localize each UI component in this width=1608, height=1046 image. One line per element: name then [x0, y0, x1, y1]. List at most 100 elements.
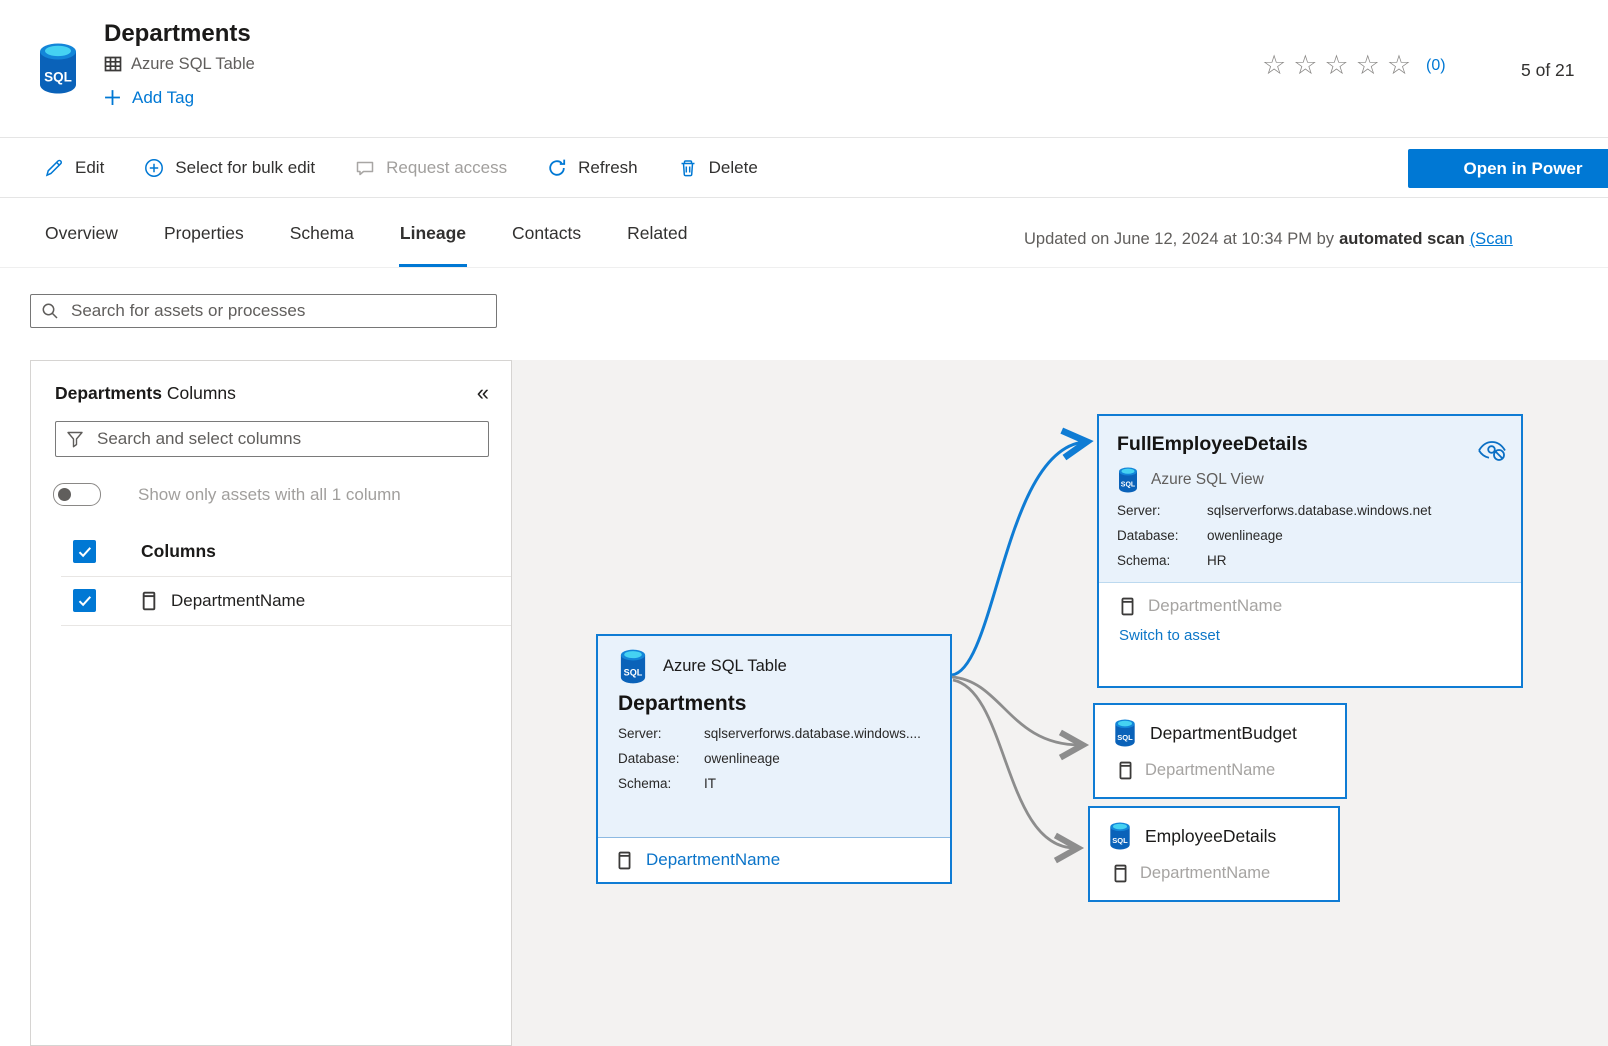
node-title: DepartmentBudget — [1150, 723, 1297, 744]
circle-plus-icon — [144, 158, 164, 178]
azure-sql-database-icon: SQL — [1108, 822, 1132, 850]
columns-group-row: Columns — [61, 528, 511, 577]
delete-label: Delete — [709, 158, 758, 178]
plus-icon — [104, 89, 121, 106]
svg-text:SQL: SQL — [1121, 482, 1136, 489]
tab-properties[interactable]: Properties — [163, 199, 245, 267]
delete-button[interactable]: Delete — [678, 158, 758, 178]
show-only-assets-toggle[interactable] — [53, 483, 101, 506]
column-icon — [1119, 761, 1132, 780]
departmentname-checkbox[interactable] — [73, 589, 96, 612]
tab-contacts[interactable]: Contacts — [511, 199, 582, 267]
schema-label: Schema: — [1117, 553, 1207, 568]
search-icon — [41, 302, 59, 320]
bulk-edit-label: Select for bulk edit — [175, 158, 315, 178]
database-value: owenlineage — [704, 751, 780, 766]
database-label: Database: — [618, 751, 704, 766]
scan-link[interactable]: (Scan — [1470, 230, 1513, 248]
search-row — [0, 268, 1608, 360]
node-title: EmployeeDetails — [1145, 826, 1276, 847]
column-name: DepartmentName — [1145, 761, 1275, 780]
columns-group-label: Columns — [141, 541, 216, 562]
columns-panel-title: Departments Columns — [55, 383, 236, 404]
lineage-node-departmentbudget[interactable]: SQL DepartmentBudget DepartmentName — [1093, 703, 1347, 799]
asset-heading: Departments Azure SQL Table Add Tag — [104, 20, 255, 108]
lineage-node-fullemployeedetails[interactable]: FullEmployeeDetails SQL Azure SQL View S… — [1097, 414, 1523, 688]
edge-to-employeedetails[interactable] — [953, 680, 1075, 848]
columns-group-checkbox[interactable] — [73, 540, 96, 563]
column-name: DepartmentName — [1148, 596, 1282, 616]
fullemployeedetails-node-header: FullEmployeeDetails SQL Azure SQL View S… — [1099, 416, 1521, 583]
lineage-canvas[interactable]: SQL Azure SQL Table Departments Server:s… — [512, 360, 1608, 1046]
azure-sql-database-icon: SQL — [1117, 467, 1139, 493]
column-row-departmentname: DepartmentName — [61, 577, 511, 626]
updated-author: automated scan — [1339, 230, 1465, 248]
edge-to-fullemployeedetails[interactable] — [952, 442, 1084, 675]
column-filter-box[interactable] — [55, 421, 489, 457]
request-access-button: Request access — [355, 158, 507, 178]
refresh-icon — [547, 158, 567, 178]
asset-type-label: Azure SQL Table — [131, 55, 255, 74]
column-icon — [1114, 864, 1127, 883]
server-value: sqlserverforws.database.windows.... — [704, 726, 921, 741]
edit-button[interactable]: Edit — [44, 158, 104, 178]
svg-text:SQL: SQL — [624, 667, 643, 677]
column-icon — [142, 591, 156, 611]
star-rating[interactable]: ☆☆☆☆☆ (0) — [1262, 52, 1446, 79]
column-row-departmentname-selected[interactable]: DepartmentName — [598, 837, 950, 882]
command-bar: Edit Select for bulk edit Request access… — [0, 138, 1608, 198]
schema-value: HR — [1207, 553, 1227, 568]
asset-header: SQL Departments Azure SQL Table Add Tag … — [0, 0, 1608, 138]
pencil-icon — [44, 158, 64, 178]
node-title: Departments — [618, 692, 930, 716]
svg-text:SQL: SQL — [44, 70, 72, 85]
open-in-power-bi-button[interactable]: Open in Power — [1408, 149, 1608, 188]
rating-count: (0) — [1426, 57, 1446, 75]
columns-panel: Departments Columns « Show only assets w… — [30, 360, 512, 1046]
panel-title-suffix: Columns — [167, 383, 236, 403]
column-filter-input[interactable] — [95, 428, 478, 450]
tab-lineage[interactable]: Lineage — [399, 199, 467, 267]
refresh-button[interactable]: Refresh — [547, 158, 638, 178]
node-title: FullEmployeeDetails — [1117, 433, 1503, 456]
star-icons[interactable]: ☆☆☆☆☆ — [1262, 52, 1418, 79]
column-row-departmentname[interactable]: DepartmentName — [1090, 850, 1338, 883]
node-type-label: Azure SQL View — [1151, 471, 1264, 489]
database-value: owenlineage — [1207, 528, 1283, 543]
edge-to-departmentbudget[interactable] — [952, 677, 1080, 745]
database-label: Database: — [1117, 528, 1207, 543]
azure-sql-database-icon: SQL — [36, 42, 80, 95]
column-row-departmentname[interactable]: DepartmentName — [1095, 747, 1345, 780]
table-grid-icon — [104, 56, 122, 72]
toggle-knob — [58, 488, 71, 501]
add-tag-button[interactable]: Add Tag — [104, 88, 255, 108]
schema-label: Schema: — [618, 776, 704, 791]
request-access-label: Request access — [386, 158, 507, 178]
server-value: sqlserverforws.database.windows.net — [1207, 503, 1431, 518]
column-row-departmentname[interactable]: DepartmentName — [1099, 583, 1521, 618]
filter-funnel-icon — [66, 430, 84, 448]
lineage-node-departments[interactable]: SQL Azure SQL Table Departments Server:s… — [596, 634, 952, 884]
node-type-label: Azure SQL Table — [663, 657, 787, 676]
tab-overview[interactable]: Overview — [44, 199, 119, 267]
add-tag-label: Add Tag — [132, 88, 194, 108]
collapse-panel-icon[interactable]: « — [477, 382, 489, 404]
asset-search-box[interactable] — [30, 294, 497, 328]
eye-prohibited-icon — [1477, 438, 1507, 462]
svg-text:SQL: SQL — [1117, 733, 1133, 742]
select-for-bulk-edit-button[interactable]: Select for bulk edit — [144, 158, 315, 178]
column-name: DepartmentName — [1140, 864, 1270, 883]
switch-to-asset-link[interactable]: Switch to asset — [1099, 618, 1521, 644]
tab-related[interactable]: Related — [626, 199, 688, 267]
schema-value: IT — [704, 776, 716, 791]
departments-node-header: SQL Azure SQL Table Departments Server:s… — [598, 636, 950, 797]
server-label: Server: — [1117, 503, 1207, 518]
updated-prefix: Updated on June 12, 2024 at 10:34 PM by — [1024, 230, 1334, 248]
lineage-node-employeedetails[interactable]: SQL EmployeeDetails DepartmentName — [1088, 806, 1340, 902]
column-icon — [1121, 597, 1134, 616]
search-input[interactable] — [69, 300, 486, 322]
chat-bubble-icon — [355, 158, 375, 178]
page-title: Departments — [104, 20, 255, 48]
result-pagination: 5 of 21 — [1521, 60, 1575, 81]
tab-schema[interactable]: Schema — [289, 199, 355, 267]
